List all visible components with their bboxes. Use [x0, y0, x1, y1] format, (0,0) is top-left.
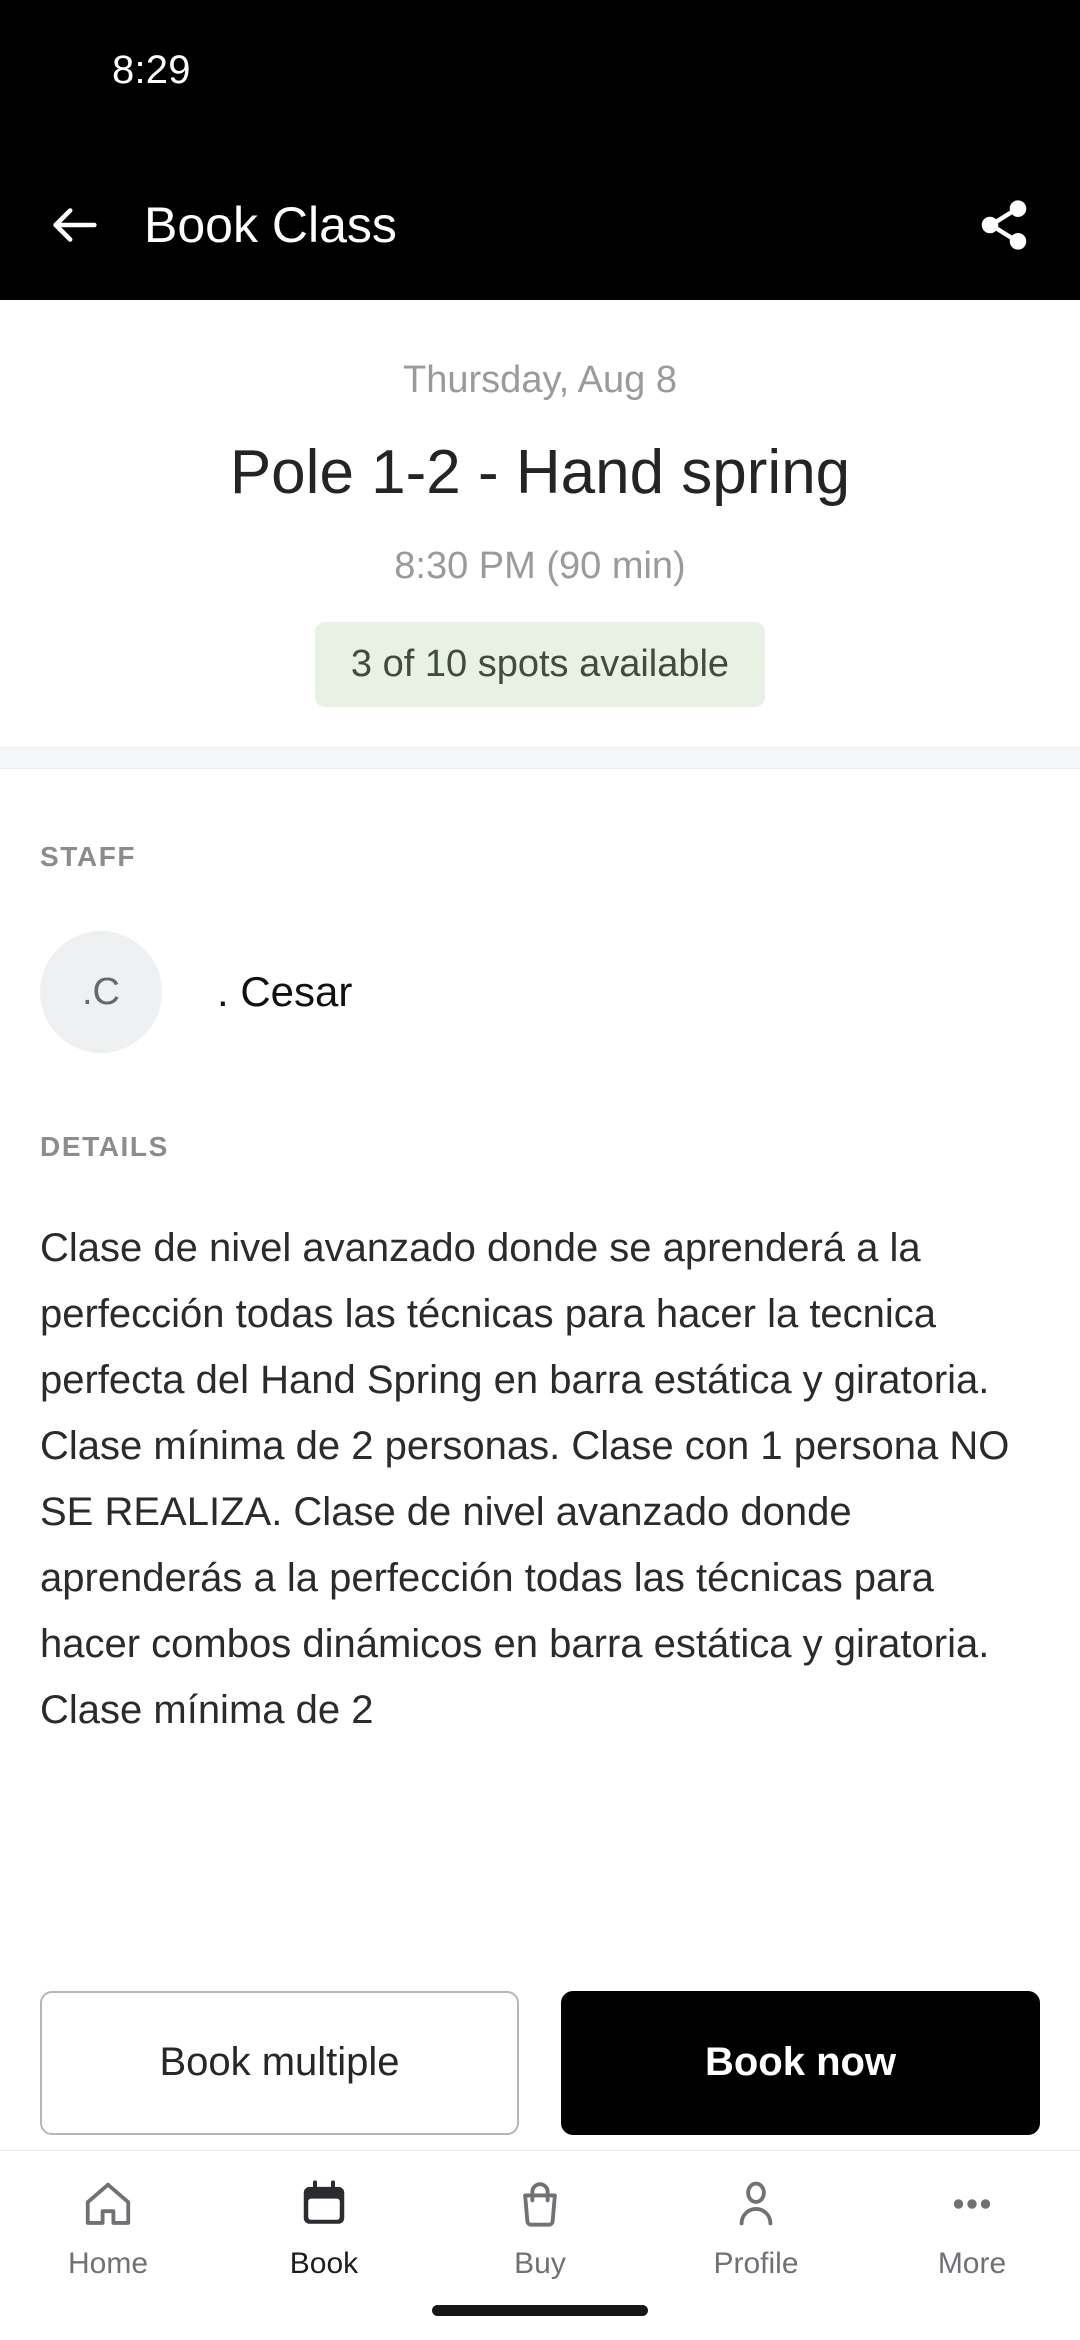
spots-available-badge: 3 of 10 spots available	[314, 621, 766, 708]
class-name: Pole 1-2 - Hand spring	[229, 437, 851, 507]
nav-label-buy: Buy	[514, 2247, 566, 2280]
nav-item-more[interactable]: More	[864, 2173, 1080, 2281]
calendar-icon	[293, 2173, 355, 2235]
back-arrow-icon[interactable]	[46, 196, 104, 254]
nav-label-more: More	[937, 2247, 1007, 2280]
nav-label-profile: Profile	[713, 2247, 799, 2280]
nav-label-book: Book	[289, 2247, 359, 2280]
home-indicator[interactable]	[432, 2305, 648, 2316]
nav-item-profile[interactable]: Profile	[648, 2173, 864, 2281]
class-time-duration: 8:30 PM (90 min)	[394, 544, 686, 587]
details-section-label: DETAILS	[40, 1131, 169, 1163]
share-icon[interactable]	[974, 195, 1034, 255]
class-details-scroll[interactable]: STAFF .C . Cesar DETAILS Clase de nivel …	[0, 769, 1080, 1975]
page-title: Book Class	[144, 197, 397, 253]
nav-item-home[interactable]: Home	[0, 2173, 216, 2281]
details-description: Clase de nivel avanzado donde se aprende…	[40, 1226, 1010, 1733]
class-date: Thursday, Aug 8	[403, 359, 677, 401]
staff-name: . Cesar	[217, 968, 353, 1016]
staff-section-label: STAFF	[40, 841, 137, 873]
status-bar: 8:29	[0, 0, 1080, 150]
home-icon	[77, 2173, 139, 2235]
book-multiple-button[interactable]: Book multiple	[40, 1990, 519, 2135]
app-screen: 8:29 Book Class Thursday, Aug 8 Pole 1-2…	[0, 0, 1080, 2340]
nav-item-book[interactable]: Book	[216, 2173, 432, 2281]
nav-label-home: Home	[67, 2247, 149, 2280]
action-button-bar: Book multiple Book now	[0, 1975, 1080, 2150]
staff-row[interactable]: .C . Cesar	[40, 931, 1040, 1054]
avatar: .C	[40, 931, 162, 1054]
status-bar-clock: 8:29	[112, 48, 191, 92]
section-divider	[0, 747, 1080, 770]
book-now-button[interactable]: Book now	[561, 1990, 1040, 2135]
app-bar: Book Class	[0, 150, 1080, 300]
class-hero: Thursday, Aug 8 Pole 1-2 - Hand spring 8…	[0, 300, 1080, 708]
person-icon	[725, 2173, 787, 2235]
nav-item-buy[interactable]: Buy	[432, 2173, 648, 2281]
shopping-bag-icon	[509, 2173, 571, 2235]
more-dots-icon	[941, 2173, 1003, 2235]
